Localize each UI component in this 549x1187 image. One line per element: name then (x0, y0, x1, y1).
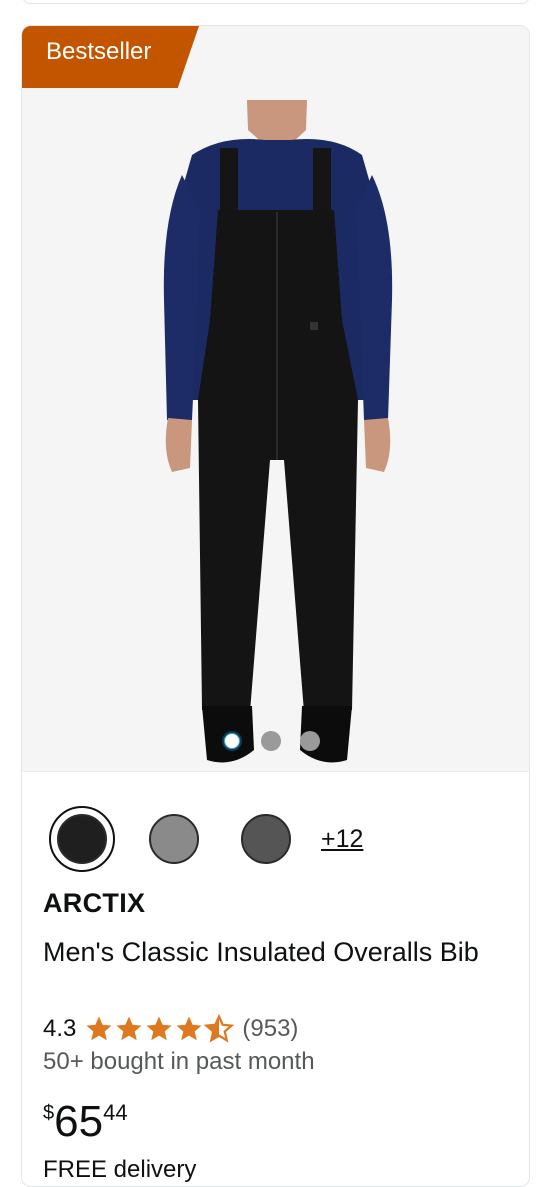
review-count[interactable]: (953) (242, 1015, 298, 1043)
star-icon (146, 1016, 172, 1041)
color-swatches: +12 (49, 806, 363, 872)
swatch-color-3 (241, 814, 291, 864)
product-image-carousel[interactable]: Bestseller (22, 26, 529, 772)
purchase-count: 50+ bought in past month (43, 1048, 315, 1075)
swatch-color-1 (57, 814, 107, 864)
star-icon (86, 1016, 112, 1041)
price-currency: $ (43, 1102, 55, 1124)
carousel-dot-3[interactable] (300, 731, 320, 751)
swatch-color-2 (149, 814, 199, 864)
swatch-option-2[interactable] (141, 806, 207, 872)
half-star-icon (204, 1014, 235, 1043)
bestseller-badge: Bestseller (22, 26, 199, 88)
carousel-dot-2[interactable] (261, 731, 281, 751)
previous-product-card[interactable] (22, 0, 530, 4)
carousel-dot-1[interactable] (222, 731, 242, 751)
swatch-option-3[interactable] (233, 806, 299, 872)
more-colors-link[interactable]: +12 (321, 825, 363, 854)
rating-row[interactable]: 4.3 (953) (43, 1014, 298, 1044)
carousel-dots (222, 731, 320, 751)
star-icon (176, 1016, 202, 1041)
star-icon (116, 1016, 142, 1041)
star-rating (84, 1014, 235, 1044)
rating-value: 4.3 (43, 1015, 77, 1042)
price-fraction: 44 (103, 1100, 128, 1125)
price: $ 65 44 (43, 1094, 128, 1150)
price-whole: 65 (54, 1097, 104, 1146)
brand-name: ARCTIX (43, 888, 146, 918)
product-card[interactable]: Bestseller +12 ARCTIX Men's Classic Insu… (21, 25, 530, 1187)
product-title[interactable]: Men's Classic Insulated Overalls Bib (43, 931, 503, 974)
swatch-option-1[interactable] (49, 806, 115, 872)
delivery-info: FREE delivery (43, 1156, 197, 1183)
product-image[interactable] (22, 100, 529, 771)
